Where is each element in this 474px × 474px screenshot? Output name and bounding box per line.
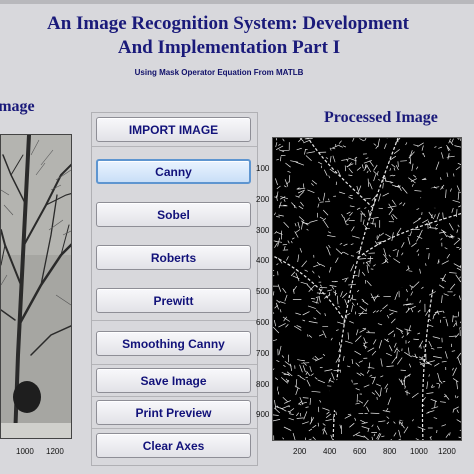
separator bbox=[92, 320, 257, 321]
print-preview-button[interactable]: Print Preview bbox=[96, 400, 251, 425]
app-title: An Image Recognition System: Development… bbox=[0, 12, 474, 60]
sobel-button[interactable]: Sobel bbox=[96, 202, 251, 227]
x-tick-600: 600 bbox=[353, 447, 367, 456]
x-tick-1200: 1200 bbox=[438, 447, 456, 456]
left-x-tick-1200: 1200 bbox=[46, 447, 64, 456]
y-tick-500: 500 bbox=[256, 287, 270, 296]
app-subtitle: Using Mask Operator Equation From MATLB bbox=[134, 68, 304, 77]
separator bbox=[92, 364, 257, 365]
app-title-line-1: An Image Recognition System: Development bbox=[46, 13, 409, 34]
smoothing-canny-button[interactable]: Smoothing Canny bbox=[96, 331, 251, 356]
x-tick-400: 400 bbox=[323, 447, 337, 456]
clear-axes-button[interactable]: Clear Axes bbox=[96, 433, 251, 458]
y-tick-200: 200 bbox=[256, 195, 270, 204]
y-tick-800: 800 bbox=[256, 380, 270, 389]
y-tick-400: 400 bbox=[256, 256, 270, 265]
y-tick-100: 100 bbox=[256, 164, 270, 173]
processed-image-label: Processed Image bbox=[324, 109, 438, 126]
y-tick-700: 700 bbox=[256, 349, 270, 358]
y-tick-600: 600 bbox=[256, 318, 270, 327]
prewitt-button[interactable]: Prewitt bbox=[96, 288, 251, 313]
roberts-button[interactable]: Roberts bbox=[96, 245, 251, 270]
x-tick-200: 200 bbox=[293, 447, 307, 456]
tree-photo bbox=[1, 135, 71, 438]
separator bbox=[92, 428, 257, 429]
x-tick-1000: 1000 bbox=[410, 447, 428, 456]
separator bbox=[92, 146, 257, 147]
processed-image-axes bbox=[272, 137, 462, 441]
original-image-axes bbox=[0, 134, 72, 439]
edge-detected-image bbox=[273, 138, 461, 440]
y-tick-900: 900 bbox=[256, 410, 270, 419]
import-image-button[interactable]: IMPORT IMAGE bbox=[96, 117, 251, 142]
save-image-button[interactable]: Save Image bbox=[96, 368, 251, 393]
separator bbox=[92, 396, 257, 397]
y-tick-300: 300 bbox=[256, 226, 270, 235]
canny-button[interactable]: Canny bbox=[96, 159, 251, 184]
left-x-tick-1000: 1000 bbox=[16, 447, 34, 456]
app-title-line-2: And Implementation Part I bbox=[117, 37, 341, 58]
x-tick-800: 800 bbox=[383, 447, 397, 456]
window-top-border bbox=[0, 0, 474, 4]
original-image-label: Image bbox=[0, 98, 35, 115]
